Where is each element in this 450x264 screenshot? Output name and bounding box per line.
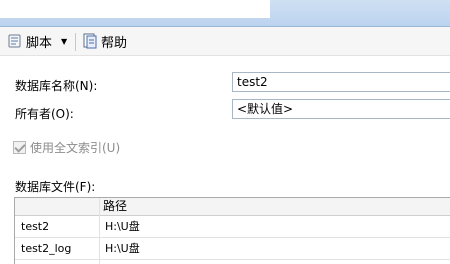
column-header-path[interactable]: 路径 (103, 198, 127, 215)
file-path-cell: H:\U盘 (105, 242, 140, 255)
db-name-label: 数据库名称(N): (15, 79, 98, 93)
table-row[interactable]: test2_log H:\U盘 (15, 238, 450, 260)
script-button[interactable]: 脚本 ▼ (5, 30, 69, 52)
table-row[interactable]: test2 H:\U盘 (15, 216, 450, 238)
file-name-cell: test2 (21, 220, 50, 233)
grid-header: 路径 (15, 198, 450, 216)
script-button-label: 脚本 (26, 35, 53, 51)
help-icon (82, 33, 98, 49)
owner-label: 所有者(O): (15, 107, 74, 121)
checkbox-checked-icon (13, 141, 26, 154)
help-button-label: 帮助 (101, 35, 128, 51)
dropdown-arrow-icon[interactable]: ▼ (61, 37, 67, 46)
database-properties-window: 脚本 ▼ 帮助 数据库名称(N): test2 所有者(O): <默认值> 使用… (0, 0, 450, 264)
file-name-cell: test2_log (21, 242, 72, 255)
fulltext-index-label: 使用全文索引(U) (30, 141, 121, 155)
title-tab-area (0, 0, 270, 19)
toolbar: 脚本 ▼ 帮助 (0, 27, 450, 56)
title-bar (0, 0, 450, 27)
file-path-cell: H:\U盘 (105, 220, 140, 233)
fulltext-index-option: 使用全文索引(U) (13, 139, 120, 156)
toolbar-separator (75, 33, 76, 51)
owner-input[interactable]: <默认值> (232, 99, 450, 119)
script-icon (7, 33, 23, 49)
db-name-input[interactable]: test2 (232, 72, 450, 92)
db-files-label: 数据库文件(F): (15, 180, 96, 194)
db-files-grid: 路径 test2 H:\U盘 test2_log H:\U盘 (14, 197, 450, 264)
help-button[interactable]: 帮助 (80, 30, 129, 52)
